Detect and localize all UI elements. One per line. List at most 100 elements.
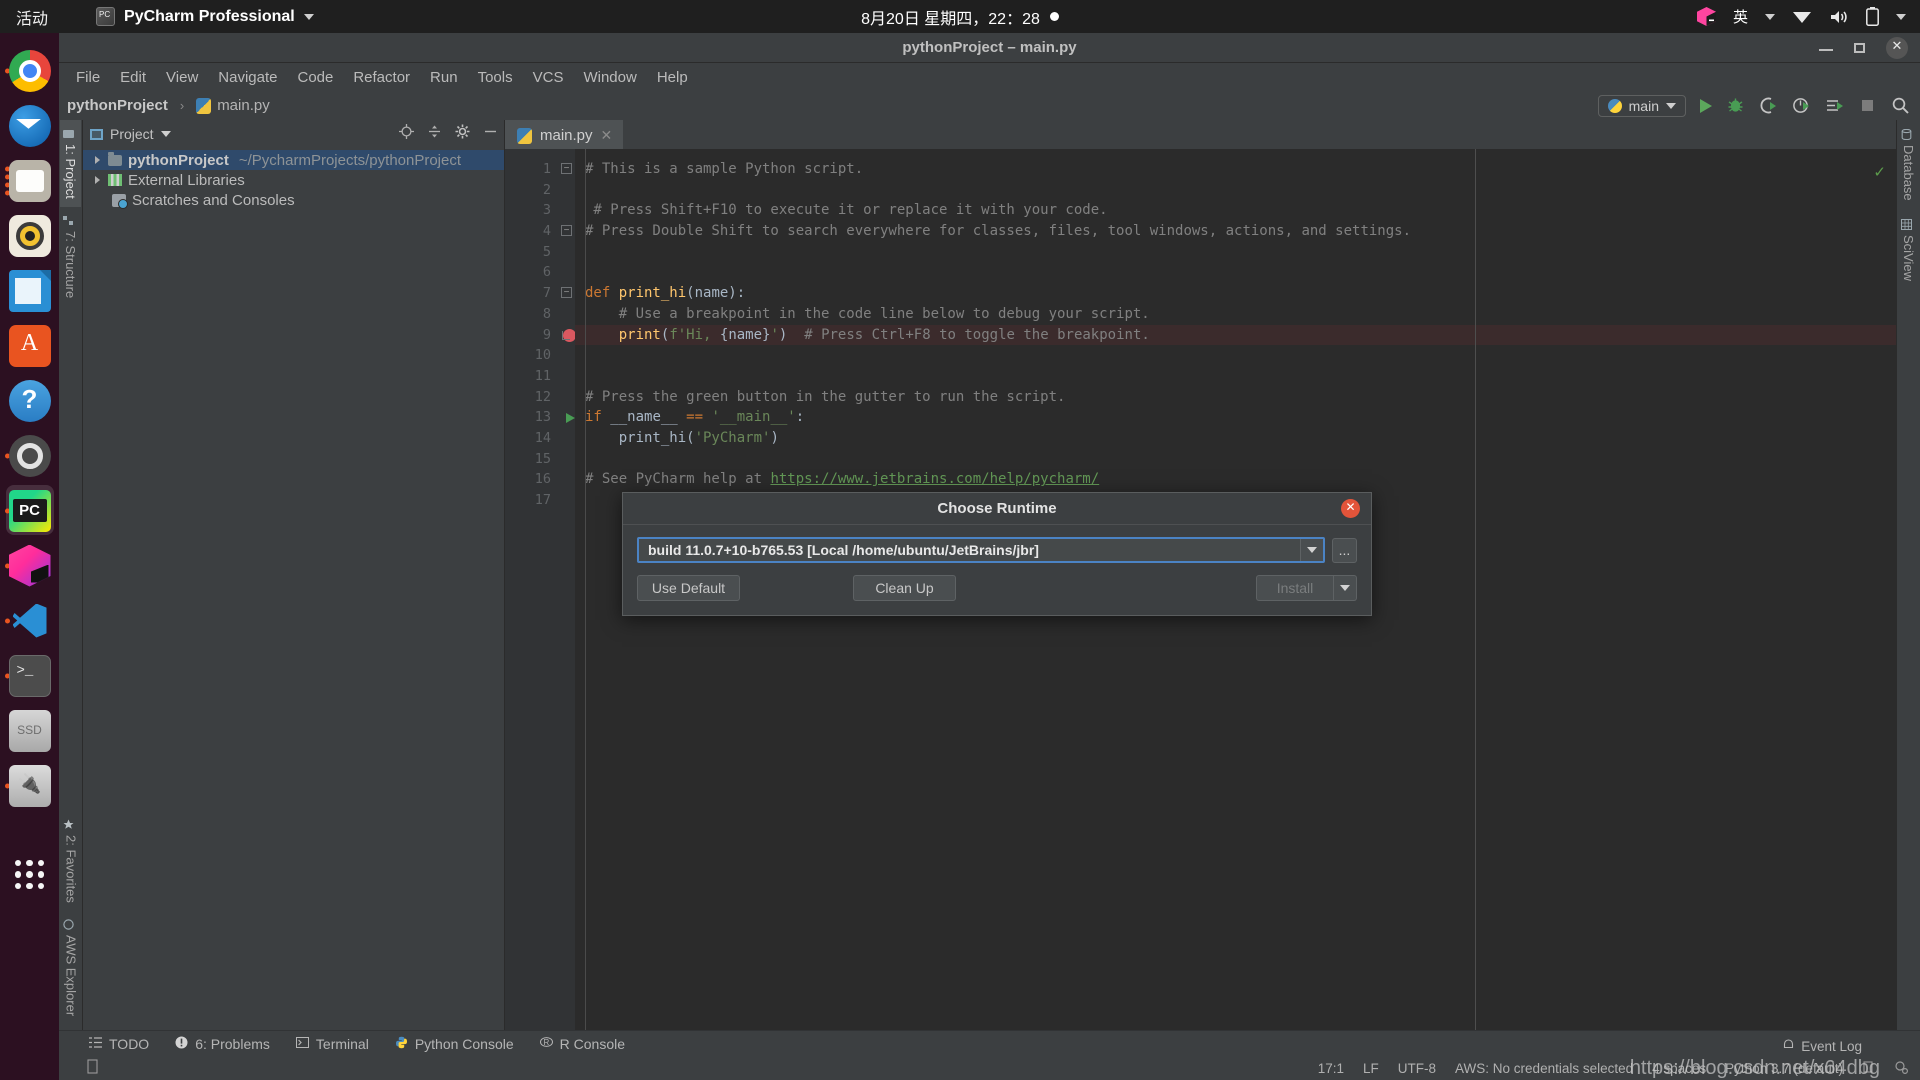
code-token[interactable]: https://www.jetbrains.com/help/pycharm/ (770, 471, 1099, 487)
run-configuration-selector[interactable]: main (1597, 94, 1686, 117)
battery-icon[interactable] (1866, 7, 1879, 26)
fold-collapse-icon[interactable]: − (561, 287, 572, 299)
settings-gear-icon[interactable] (455, 124, 470, 144)
chevron-down-icon[interactable] (1334, 575, 1357, 601)
bottom-tab-python-console[interactable]: Python Console (395, 1036, 514, 1052)
gutter-line-number[interactable]: 3 (505, 200, 559, 221)
gutter-line-number[interactable]: 16 (505, 469, 559, 490)
menu-run[interactable]: Run (421, 66, 467, 89)
use-default-button[interactable]: Use Default (637, 575, 740, 601)
collapse-all-icon[interactable] (427, 124, 442, 144)
sidebar-item-database[interactable]: Database (1898, 120, 1919, 210)
fold-collapse-icon[interactable]: − (561, 163, 572, 174)
menu-code[interactable]: Code (288, 66, 342, 89)
menu-edit[interactable]: Edit (111, 66, 155, 89)
app-menu-button[interactable]: PyCharm Professional (96, 7, 314, 26)
dock-item-datagrip[interactable] (4, 538, 56, 593)
code-line[interactable]: # This is a sample Python script. (575, 159, 1896, 180)
caret-position[interactable]: 17:1 (1318, 1061, 1344, 1076)
gutter-line-number[interactable]: 11 (505, 366, 559, 387)
jetbrains-toolbox-icon[interactable] (1696, 7, 1716, 26)
gutter-line-number[interactable]: 9 (505, 325, 576, 346)
gutter-line-number[interactable]: 15 (505, 449, 559, 470)
menu-file[interactable]: File (67, 66, 109, 89)
breadcrumb-file[interactable]: main.py (217, 97, 270, 114)
dock-item-pycharm[interactable] (4, 483, 56, 538)
menu-view[interactable]: View (157, 66, 207, 89)
project-panel-title[interactable]: Project (90, 126, 171, 142)
gutter-line-number[interactable]: 12 (505, 387, 559, 408)
menu-window[interactable]: Window (574, 66, 645, 89)
editor-gutter[interactable]: 1 2 3 4 5 6 7 8 9 10 11 12 13 14 15 16 17 (505, 149, 576, 1030)
read-only-icon[interactable] (87, 1059, 100, 1077)
code-line[interactable]: # See PyCharm help at https://www.jetbra… (575, 469, 1896, 490)
menu-refactor[interactable]: Refactor (344, 66, 419, 89)
dock-item-google-chrome[interactable] (4, 43, 56, 98)
menu-help[interactable]: Help (648, 66, 697, 89)
breadcrumb-project[interactable]: pythonProject (67, 97, 168, 114)
bottom-tab-problems[interactable]: 6: Problems (175, 1036, 270, 1052)
code-line[interactable]: # Use a breakpoint in the code line belo… (575, 304, 1896, 325)
dock-item-thunderbird[interactable] (4, 98, 56, 153)
line-separator[interactable]: LF (1363, 1061, 1379, 1076)
show-applications-button[interactable] (4, 847, 56, 902)
run-console-icon[interactable] (1825, 96, 1844, 115)
fold-end-icon[interactable] (562, 330, 570, 340)
gutter-line-number[interactable]: 5 (505, 242, 559, 263)
window-maximize-button[interactable] (1852, 40, 1868, 56)
window-minimize-button[interactable] (1818, 40, 1834, 56)
dock-item-usb-volume[interactable] (4, 758, 56, 813)
dock-item-help[interactable] (4, 373, 56, 428)
dock-item-libreoffice-writer[interactable] (4, 263, 56, 318)
chevron-down-icon[interactable] (1896, 13, 1906, 20)
code-line[interactable]: print(f'Hi, {name}') # Press Ctrl+F8 to … (575, 324, 1896, 346)
clean-up-button[interactable]: Clean Up (853, 575, 956, 601)
code-line[interactable]: # Press Double Shift to search everywher… (575, 221, 1896, 242)
sidebar-item-structure[interactable]: 7: Structure (60, 207, 81, 306)
close-icon[interactable]: ✕ (601, 127, 613, 144)
code-line[interactable]: # Press Shift+F10 to execute it or repla… (575, 200, 1896, 221)
dock-item-settings[interactable] (4, 428, 56, 483)
volume-icon[interactable] (1829, 9, 1849, 25)
editor-tab-main-py[interactable]: main.py ✕ (505, 120, 624, 149)
runtime-combobox[interactable]: build 11.0.7+10-b765.53 [Local /home/ubu… (637, 537, 1325, 563)
profile-icon[interactable] (1792, 96, 1811, 115)
debug-icon[interactable] (1726, 96, 1745, 115)
dock-item-terminal[interactable] (4, 648, 56, 703)
inspections-icon[interactable] (1894, 1060, 1909, 1077)
fold-collapse-icon[interactable]: − (561, 225, 572, 237)
dock-item-vscode[interactable] (4, 593, 56, 648)
gutter-line-number[interactable]: 6 (505, 262, 559, 283)
window-close-button[interactable] (1886, 37, 1908, 59)
sidebar-item-sciview[interactable]: SciView (1898, 210, 1919, 290)
hide-panel-icon[interactable] (483, 124, 498, 144)
search-everywhere-icon[interactable] (1891, 96, 1910, 115)
code-line[interactable] (575, 180, 1896, 201)
dock-item-rhythmbox[interactable] (4, 208, 56, 263)
gutter-line-number[interactable]: 17 (505, 490, 559, 511)
install-button[interactable]: Install (1256, 575, 1334, 601)
bottom-tab-todo[interactable]: TODO (89, 1036, 149, 1052)
tree-item-pythonproject[interactable]: pythonProject ~/PycharmProjects/pythonPr… (83, 150, 504, 170)
bottom-tab-r-console[interactable]: R R Console (539, 1036, 625, 1052)
code-line[interactable]: if __name__ == '__main__': (575, 407, 1896, 428)
wifi-icon[interactable] (1792, 9, 1812, 24)
clock-button[interactable]: 8月20日 星期四，22：28 (800, 5, 1120, 29)
sidebar-item-favorites[interactable]: 2: Favorites (61, 811, 82, 911)
tree-item-scratches-and-consoles[interactable]: Scratches and Consoles (83, 190, 504, 210)
code-line[interactable]: print_hi('PyCharm') (575, 428, 1896, 449)
run-icon[interactable] (1700, 98, 1712, 113)
code-line[interactable] (575, 242, 1896, 263)
gutter-line-number[interactable]: 1 (505, 159, 559, 180)
gutter-line-number[interactable]: 8 (505, 304, 559, 325)
code-line[interactable] (575, 449, 1896, 470)
tree-item-external-libraries[interactable]: External Libraries (83, 170, 504, 190)
input-method-label[interactable]: 英 (1733, 6, 1748, 27)
inspection-status-icon[interactable]: ✓ (1873, 163, 1886, 181)
menu-navigate[interactable]: Navigate (209, 66, 286, 89)
gutter-line-number[interactable]: 4 (505, 221, 559, 242)
chevron-right-icon[interactable] (95, 176, 100, 184)
code-line[interactable]: # Press the green button in the gutter t… (575, 387, 1896, 408)
file-encoding[interactable]: UTF-8 (1398, 1061, 1436, 1076)
chevron-right-icon[interactable] (95, 156, 100, 164)
